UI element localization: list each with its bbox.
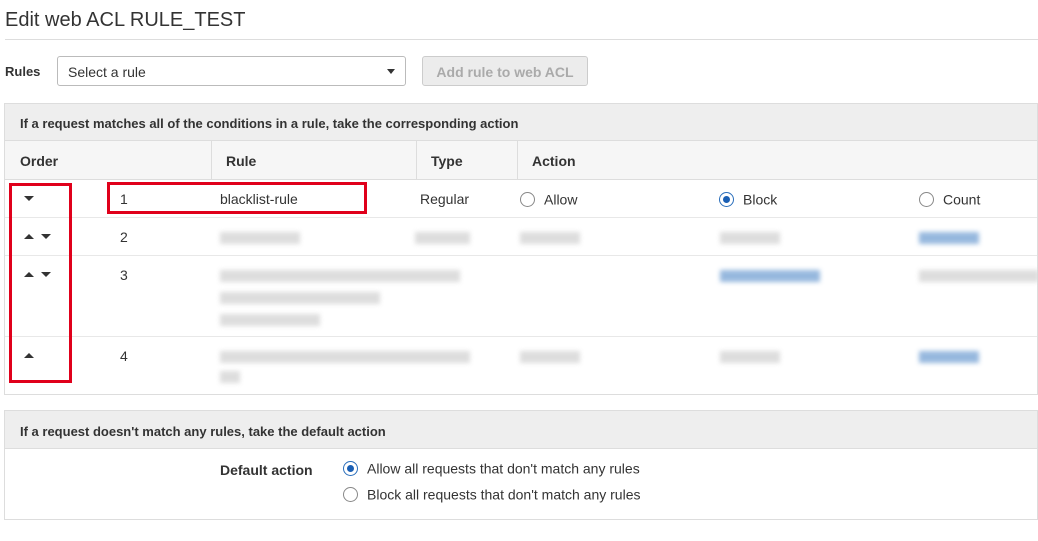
action-count-label: Count bbox=[943, 191, 981, 208]
redacted-action bbox=[520, 351, 580, 363]
action-allow-label: Allow bbox=[544, 191, 578, 208]
radio-block[interactable] bbox=[719, 191, 734, 207]
order-number: 4 bbox=[120, 348, 128, 364]
rule-select-value: Select a rule bbox=[68, 64, 146, 80]
table-row: 4 bbox=[5, 337, 1037, 394]
column-action: Action bbox=[532, 153, 576, 169]
default-action-label: Default action bbox=[220, 462, 313, 478]
action-allow[interactable]: Allow bbox=[520, 190, 577, 207]
redacted-rule bbox=[220, 314, 320, 326]
redacted-action bbox=[720, 351, 780, 363]
rule-select[interactable]: Select a rule bbox=[57, 56, 406, 86]
action-count[interactable]: Count bbox=[919, 190, 980, 207]
default-panel-header: If a request doesn't match any rules, ta… bbox=[5, 411, 1037, 449]
rule-type: Regular bbox=[420, 191, 470, 207]
column-rule: Rule bbox=[226, 153, 257, 169]
redacted-rule bbox=[220, 232, 300, 244]
default-allow-label: Allow all requests that don't match any … bbox=[367, 460, 640, 477]
redacted-action bbox=[520, 232, 580, 244]
action-block-label: Block bbox=[743, 191, 778, 208]
table-row: 3 bbox=[5, 256, 1038, 337]
redacted-type bbox=[415, 232, 470, 244]
column-order: Order bbox=[20, 153, 59, 169]
radio-count[interactable] bbox=[919, 191, 934, 207]
default-action-panel: If a request doesn't match any rules, ta… bbox=[4, 410, 1038, 520]
default-block-option[interactable]: Block all requests that don't match any … bbox=[343, 485, 640, 502]
action-block[interactable]: Block bbox=[719, 190, 777, 207]
page-title: Edit web ACL RULE_TEST bbox=[5, 9, 246, 31]
redacted-action bbox=[720, 232, 780, 244]
rules-table-header: Order Rule Type Action bbox=[5, 141, 1037, 180]
chevron-down-icon bbox=[387, 69, 395, 74]
redacted-rule bbox=[220, 292, 380, 304]
column-type: Type bbox=[431, 153, 463, 169]
rules-panel: If a request matches all of the conditio… bbox=[4, 103, 1038, 395]
radio-allow[interactable] bbox=[520, 191, 535, 207]
default-allow-option[interactable]: Allow all requests that don't match any … bbox=[343, 459, 640, 476]
rules-label: Rules bbox=[5, 64, 41, 79]
radio-default-allow[interactable] bbox=[343, 460, 358, 476]
redacted-action bbox=[919, 351, 979, 363]
redacted-rule bbox=[220, 371, 240, 383]
redacted-rule bbox=[220, 351, 470, 363]
rules-panel-header: If a request matches all of the conditio… bbox=[5, 104, 1037, 141]
order-number: 2 bbox=[120, 229, 128, 245]
add-rule-button[interactable]: Add rule to web ACL bbox=[422, 56, 588, 86]
radio-default-block[interactable] bbox=[343, 486, 358, 502]
redacted-action bbox=[919, 232, 979, 244]
default-block-label: Block all requests that don't match any … bbox=[367, 486, 641, 503]
order-number: 3 bbox=[120, 267, 128, 283]
redacted-rule bbox=[220, 270, 460, 282]
table-row: 2 bbox=[5, 218, 1037, 256]
redacted-action bbox=[919, 270, 1038, 282]
highlight-first-rule bbox=[107, 182, 367, 214]
highlight-order-column bbox=[9, 183, 72, 383]
title-divider bbox=[5, 39, 1038, 40]
redacted-action bbox=[720, 270, 820, 282]
